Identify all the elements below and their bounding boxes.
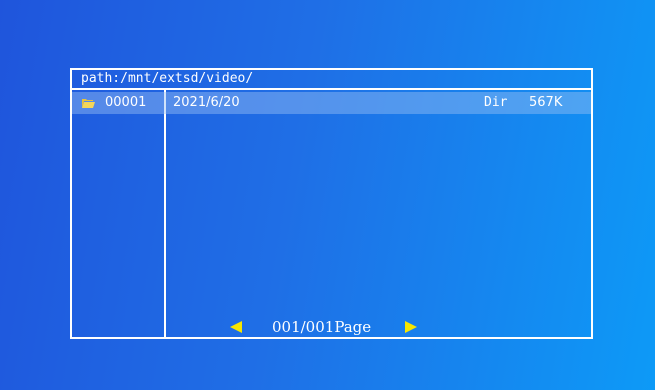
screen-background: path:/mnt/extsd/video/ 00001 2021/6/20 D… [0,0,655,390]
column-divider [164,90,166,339]
path-bar: path:/mnt/extsd/video/ [72,70,591,90]
right-arrow-icon[interactable] [405,321,417,333]
file-date: 2021/6/20 [173,95,240,110]
page-indicator: 001/001Page [272,318,372,336]
folder-icon [82,99,95,108]
file-row[interactable]: 00001 2021/6/20 Dir 567K [72,92,591,114]
file-name: 00001 [105,95,147,110]
file-size: 567K [529,95,563,110]
file-type: Dir [484,95,508,110]
file-browser-panel: path:/mnt/extsd/video/ 00001 2021/6/20 D… [70,68,593,339]
left-arrow-icon[interactable] [230,321,242,333]
